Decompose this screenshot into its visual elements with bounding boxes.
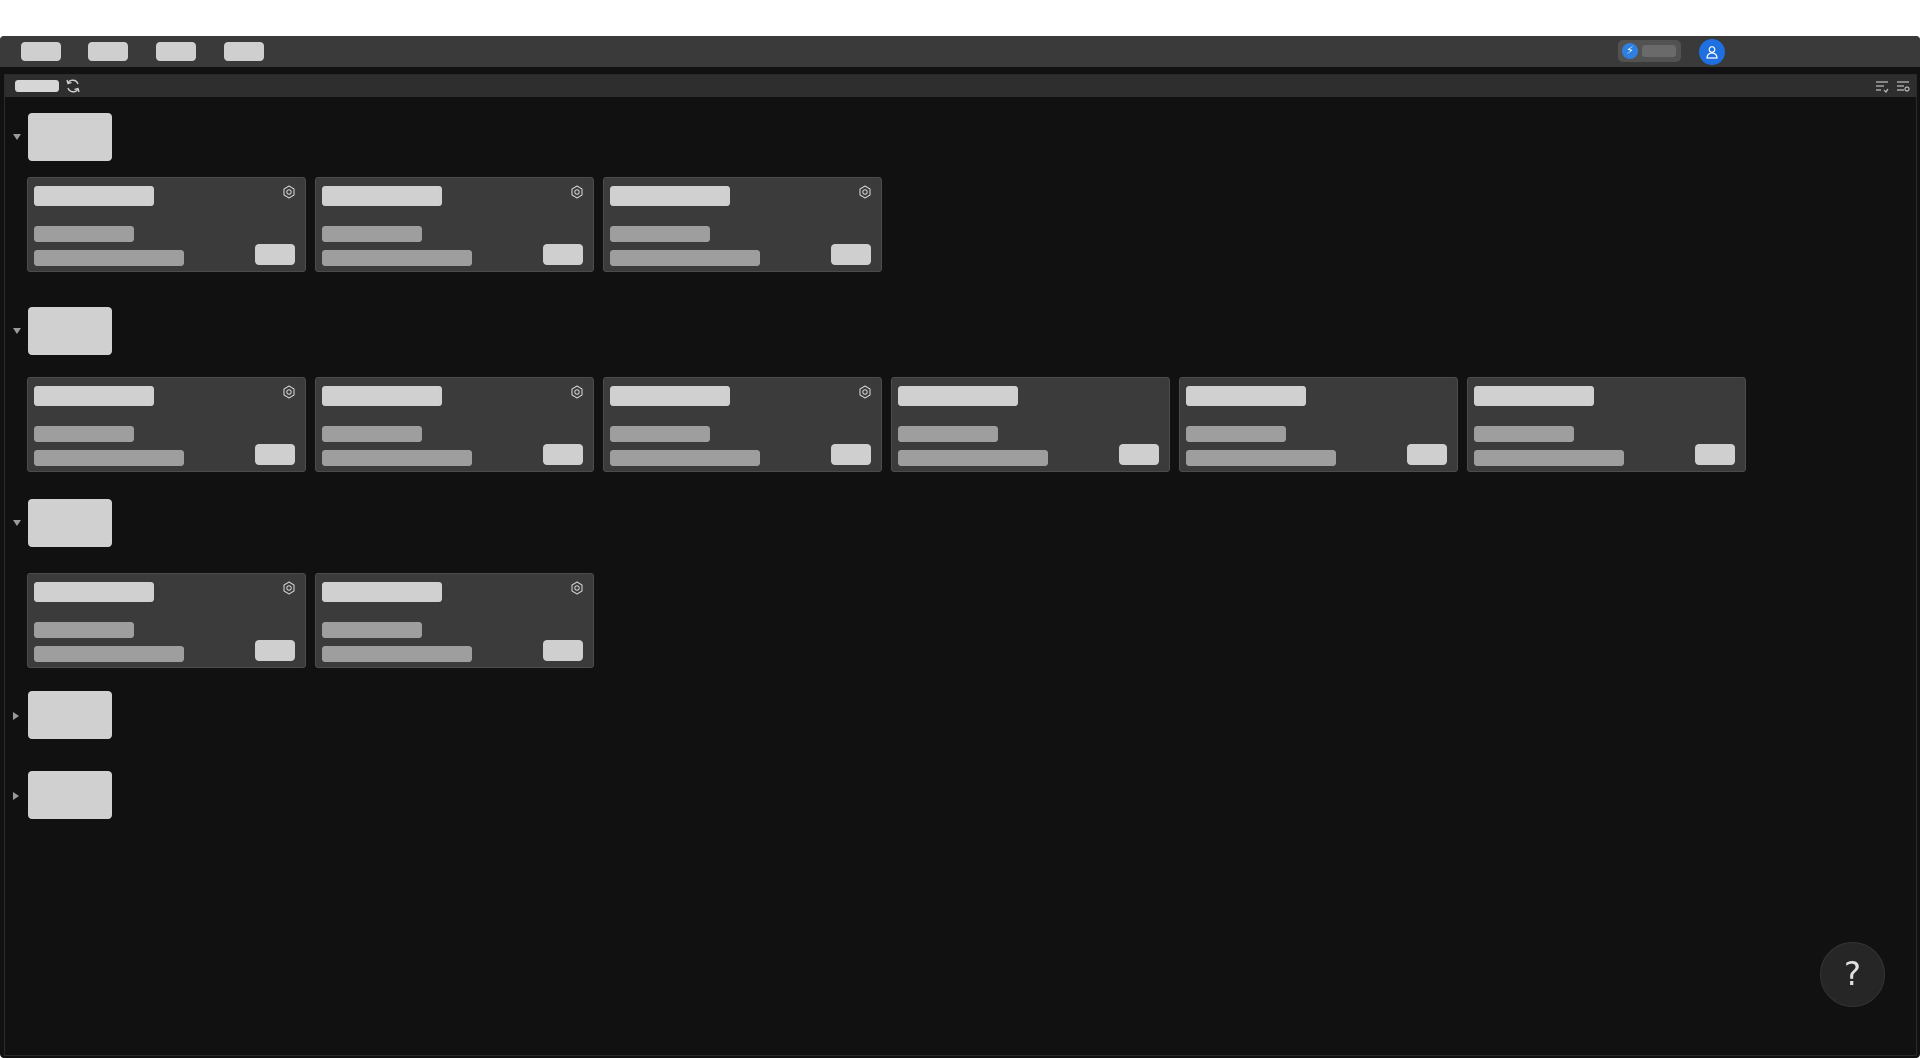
card-title xyxy=(1186,386,1306,406)
card-subtitle xyxy=(322,426,422,442)
card-subtitle xyxy=(898,426,998,442)
card-description xyxy=(322,646,472,662)
card-subtitle xyxy=(322,622,422,638)
card-title xyxy=(322,582,442,602)
card-subtitle xyxy=(34,226,134,242)
nav-item-4[interactable] xyxy=(224,42,264,61)
settings-gear-icon[interactable] xyxy=(282,581,296,595)
user-avatar-button[interactable] xyxy=(1699,39,1725,65)
expand-group-caret[interactable] xyxy=(13,792,19,800)
card-description xyxy=(322,450,472,466)
card-description xyxy=(34,250,184,266)
app-window: ⚡ ? xyxy=(0,36,1920,1058)
card-subtitle xyxy=(610,426,710,442)
panel-toolbar xyxy=(5,75,1916,97)
speed-icon: ⚡ xyxy=(1622,43,1638,59)
card-description xyxy=(898,450,1048,466)
collapse-group-caret[interactable] xyxy=(13,134,21,140)
card-subtitle xyxy=(322,226,422,242)
card-title xyxy=(610,386,730,406)
group-header-2[interactable] xyxy=(28,307,112,355)
user-icon xyxy=(1706,46,1718,59)
device-card[interactable] xyxy=(315,377,594,472)
settings-gear-icon[interactable] xyxy=(282,385,296,399)
device-card[interactable] xyxy=(1467,377,1746,472)
card-action-button[interactable] xyxy=(255,244,295,265)
settings-gear-icon[interactable] xyxy=(570,185,584,199)
nav-item-1[interactable] xyxy=(21,42,61,61)
card-title xyxy=(322,386,442,406)
device-card[interactable] xyxy=(315,177,594,272)
card-action-button[interactable] xyxy=(1407,444,1447,465)
card-subtitle xyxy=(610,226,710,242)
settings-gear-icon[interactable] xyxy=(858,385,872,399)
device-card[interactable] xyxy=(1179,377,1458,472)
settings-gear-icon[interactable] xyxy=(570,385,584,399)
card-action-button[interactable] xyxy=(255,444,295,465)
card-title xyxy=(610,186,730,206)
top-navigation-bar: ⚡ xyxy=(0,36,1920,67)
card-subtitle xyxy=(1474,426,1574,442)
group-header-5[interactable] xyxy=(28,771,112,819)
card-description xyxy=(610,250,760,266)
card-action-button[interactable] xyxy=(1119,444,1159,465)
card-title xyxy=(34,186,154,206)
card-action-button[interactable] xyxy=(831,244,871,265)
speed-control[interactable]: ⚡ xyxy=(1618,40,1681,62)
card-action-button[interactable] xyxy=(1695,444,1735,465)
group-header-4[interactable] xyxy=(28,691,112,739)
expand-group-caret[interactable] xyxy=(13,712,19,720)
card-description xyxy=(34,646,184,662)
group-header-1[interactable] xyxy=(28,113,112,161)
main-panel xyxy=(4,74,1917,1056)
card-title xyxy=(898,386,1018,406)
card-action-button[interactable] xyxy=(543,444,583,465)
filter-settings-icon[interactable] xyxy=(1896,79,1910,93)
card-description xyxy=(322,250,472,266)
device-card[interactable] xyxy=(27,573,306,668)
device-card[interactable] xyxy=(315,573,594,668)
device-card[interactable] xyxy=(27,377,306,472)
card-action-button[interactable] xyxy=(543,244,583,265)
card-title xyxy=(34,386,154,406)
card-subtitle xyxy=(34,622,134,638)
card-action-button[interactable] xyxy=(255,640,295,661)
settings-gear-icon[interactable] xyxy=(858,185,872,199)
group-header-3[interactable] xyxy=(28,499,112,547)
refresh-icon[interactable] xyxy=(65,78,81,94)
settings-gear-icon[interactable] xyxy=(570,581,584,595)
speed-track[interactable] xyxy=(1642,45,1676,57)
card-action-button[interactable] xyxy=(831,444,871,465)
card-subtitle xyxy=(1186,426,1286,442)
device-card[interactable] xyxy=(603,377,882,472)
device-card[interactable] xyxy=(27,177,306,272)
card-title xyxy=(322,186,442,206)
device-card[interactable] xyxy=(891,377,1170,472)
card-description xyxy=(1474,450,1624,466)
help-button[interactable]: ? xyxy=(1820,942,1885,1007)
settings-gear-icon[interactable] xyxy=(282,185,296,199)
nav-item-3[interactable] xyxy=(156,42,196,61)
card-description xyxy=(610,450,760,466)
device-card[interactable] xyxy=(603,177,882,272)
card-description xyxy=(34,450,184,466)
filter-list-icon[interactable] xyxy=(1875,79,1889,93)
card-action-button[interactable] xyxy=(543,640,583,661)
collapse-group-caret[interactable] xyxy=(13,328,21,334)
collapse-group-caret[interactable] xyxy=(13,520,21,526)
card-description xyxy=(1186,450,1336,466)
card-subtitle xyxy=(34,426,134,442)
card-title xyxy=(34,582,154,602)
card-title xyxy=(1474,386,1594,406)
nav-item-2[interactable] xyxy=(88,42,128,61)
breadcrumb[interactable] xyxy=(15,80,59,92)
